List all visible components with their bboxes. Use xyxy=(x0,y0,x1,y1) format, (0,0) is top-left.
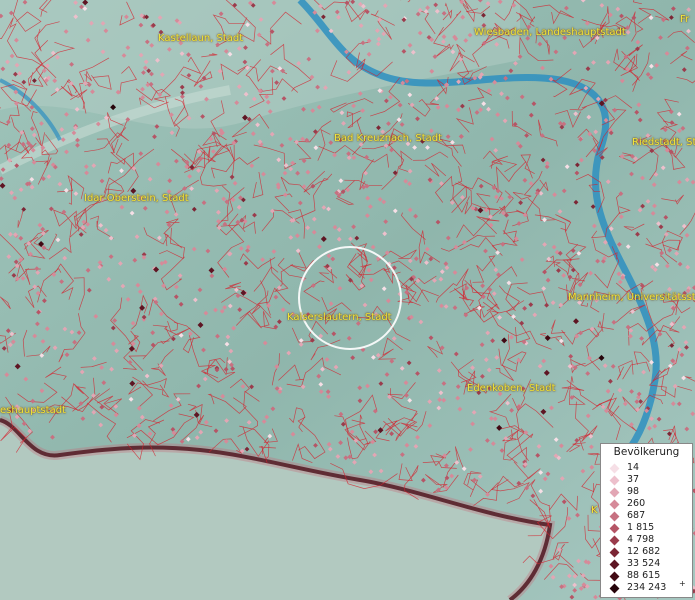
legend-item: 33 524 xyxy=(601,558,694,570)
legend-swatch-icon xyxy=(609,499,620,510)
legend-label: 37 xyxy=(627,474,640,485)
legend-item: 37 xyxy=(601,474,694,486)
legend-item: 234 243 + xyxy=(601,579,694,594)
legend-label: 687 xyxy=(627,510,646,521)
legend-more-symbol: + xyxy=(679,579,686,588)
legend-item: 1 815 xyxy=(601,522,694,534)
place-label-fr[interactable]: Fr xyxy=(680,14,689,25)
place-label-edenkoben[interactable]: Edenkoben, Stadt xyxy=(467,383,556,394)
place-label-kaiserslautern[interactable]: Kaiserslautern, Stadt xyxy=(287,312,392,323)
legend-swatch-icon xyxy=(609,463,620,474)
legend-swatch-icon xyxy=(609,559,620,570)
legend-label: 12 682 xyxy=(627,546,661,557)
legend-item: 260 xyxy=(601,498,694,510)
place-label-bad-kreuznach[interactable]: Bad Kreuznach, Stadt xyxy=(334,133,442,144)
place-label-riedstadt[interactable]: Riedstadt, Stadt xyxy=(632,137,695,148)
legend-swatch-icon xyxy=(609,487,620,498)
legend-title: Bevölkerung xyxy=(613,446,680,458)
legend-swatch-icon xyxy=(609,547,620,558)
legend-label: 88 615 xyxy=(627,570,661,581)
legend-item: 98 xyxy=(601,486,694,498)
legend-label: 1 815 xyxy=(627,522,655,533)
legend-label: 33 524 xyxy=(627,558,661,569)
legend-item: 4 798 xyxy=(601,534,694,546)
place-label-mannheim[interactable]: Mannheim, Universitätsstadt xyxy=(568,292,695,303)
legend-label: 4 798 xyxy=(627,534,655,545)
place-label-wiesbaden[interactable]: Wiesbaden, Landeshauptstadt xyxy=(474,27,626,38)
legend-label: 260 xyxy=(627,498,646,509)
legend-swatch-icon xyxy=(609,523,620,534)
place-label-kastellaun[interactable]: Kastellaun, Stadt xyxy=(158,33,243,44)
legend-label: 234 243 xyxy=(627,582,667,593)
legend-swatch-icon xyxy=(609,511,620,522)
legend-item: 687 xyxy=(601,510,694,522)
legend-swatch-icon xyxy=(609,571,620,582)
legend-item: 14 xyxy=(601,462,694,474)
legend-swatch-icon xyxy=(609,475,620,486)
legend-label: 98 xyxy=(627,486,640,497)
population-legend: Bevölkerung 14 37 98 260 687 1 815 4 798 12 682… xyxy=(600,443,693,598)
legend-swatch-icon xyxy=(609,535,620,546)
legend-swatch-icon xyxy=(609,583,620,594)
place-label-k[interactable]: K xyxy=(591,505,598,516)
legend-label: 14 xyxy=(627,462,640,473)
place-label-idar-oberstein[interactable]: Idar-Oberstein, Stadt xyxy=(84,193,189,204)
place-label-landeshauptstadt[interactable]: eshauptstadt xyxy=(0,405,66,416)
legend-item: 12 682 xyxy=(601,546,694,558)
